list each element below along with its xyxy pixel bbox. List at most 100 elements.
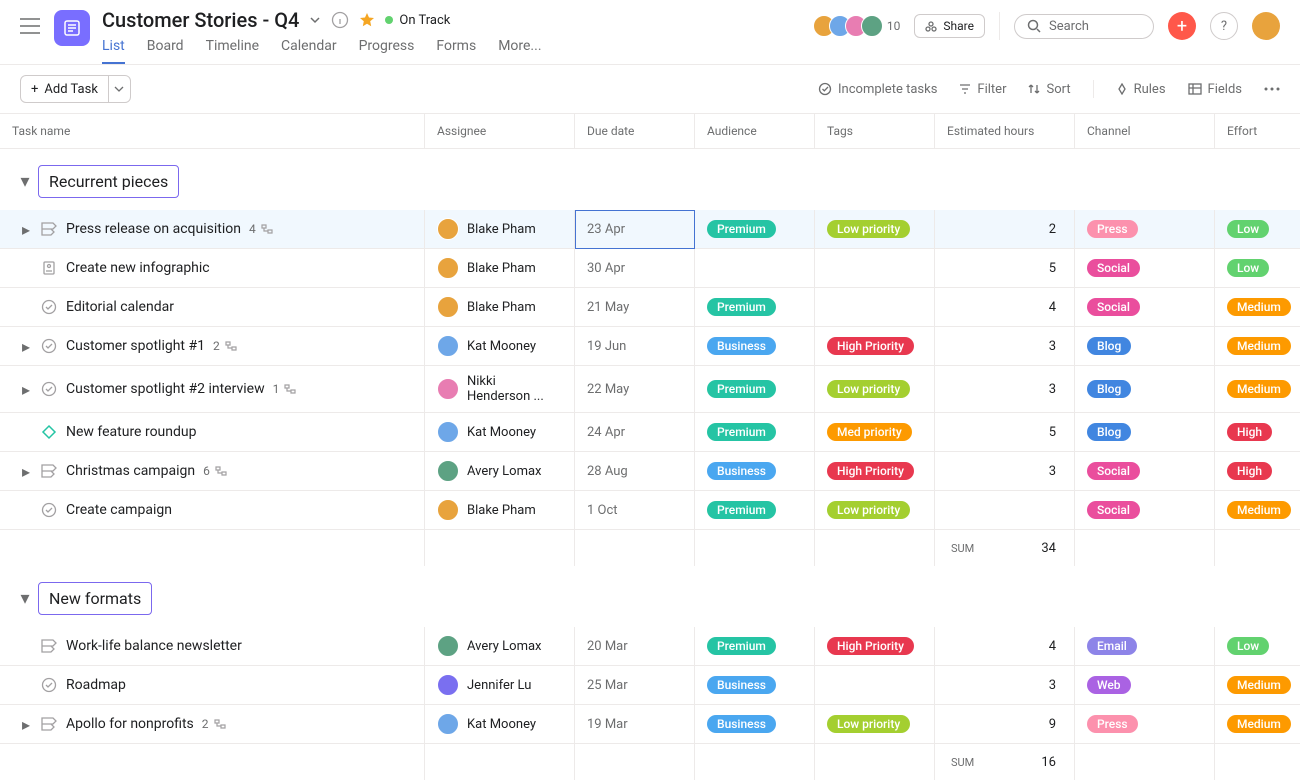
tag-cell[interactable]: High Priority: [815, 452, 935, 491]
channel-cell[interactable]: Blog: [1075, 413, 1215, 452]
column-header[interactable]: Assignee: [425, 113, 575, 149]
task-name[interactable]: Christmas campaign: [66, 463, 195, 479]
tag-cell[interactable]: [815, 288, 935, 327]
tab-more[interactable]: More...: [498, 38, 541, 64]
expand-toggle[interactable]: ▸: [20, 462, 32, 481]
hours-cell[interactable]: 3: [935, 452, 1075, 491]
audience-cell[interactable]: Premium: [695, 491, 815, 530]
effort-cell[interactable]: Low: [1215, 210, 1300, 249]
channel-cell[interactable]: Press: [1075, 705, 1215, 744]
incomplete-filter[interactable]: Incomplete tasks: [818, 82, 937, 97]
tag-cell[interactable]: Low priority: [815, 366, 935, 413]
tab-list[interactable]: List: [102, 38, 125, 64]
task-name[interactable]: Create campaign: [66, 502, 172, 518]
channel-cell[interactable]: Social: [1075, 288, 1215, 327]
assignee-name[interactable]: Blake Pham: [467, 261, 536, 276]
due-date-cell[interactable]: 19 Jun: [575, 327, 695, 366]
assignee-name[interactable]: Blake Pham: [467, 300, 536, 315]
section-toggle[interactable]: ▾: [20, 588, 30, 609]
tag-cell[interactable]: Med priority: [815, 413, 935, 452]
effort-cell[interactable]: Medium: [1215, 288, 1300, 327]
tag-cell[interactable]: High Priority: [815, 327, 935, 366]
star-icon[interactable]: [359, 12, 375, 28]
audience-cell[interactable]: Business: [695, 705, 815, 744]
effort-cell[interactable]: High: [1215, 413, 1300, 452]
assignee-name[interactable]: Kat Mooney: [467, 425, 536, 440]
audience-cell[interactable]: Premium: [695, 627, 815, 666]
task-name[interactable]: Work-life balance newsletter: [66, 638, 242, 654]
task-name[interactable]: Create new infographic: [66, 260, 210, 276]
expand-toggle[interactable]: ▸: [20, 337, 32, 356]
task-name[interactable]: Customer spotlight #2 interview: [66, 381, 265, 397]
task-name[interactable]: Customer spotlight #1: [66, 338, 205, 354]
audience-cell[interactable]: Premium: [695, 210, 815, 249]
expand-toggle[interactable]: ▸: [20, 380, 32, 399]
effort-cell[interactable]: Medium: [1215, 491, 1300, 530]
channel-cell[interactable]: Social: [1075, 491, 1215, 530]
add-task-button[interactable]: + Add Task: [21, 76, 108, 102]
audience-cell[interactable]: [695, 249, 815, 288]
tag-cell[interactable]: High Priority: [815, 627, 935, 666]
audience-cell[interactable]: Premium: [695, 288, 815, 327]
column-header[interactable]: Tags: [815, 113, 935, 149]
assignee-name[interactable]: Avery Lomax: [467, 464, 542, 479]
tab-timeline[interactable]: Timeline: [206, 38, 259, 64]
section-name[interactable]: Recurrent pieces: [38, 165, 179, 198]
add-task-dropdown[interactable]: [108, 76, 130, 102]
due-date-cell[interactable]: 23 Apr: [575, 210, 695, 249]
due-date-cell[interactable]: 28 Aug: [575, 452, 695, 491]
audience-cell[interactable]: Premium: [695, 413, 815, 452]
channel-cell[interactable]: Email: [1075, 627, 1215, 666]
due-date-cell[interactable]: 21 May: [575, 288, 695, 327]
effort-cell[interactable]: Low: [1215, 627, 1300, 666]
hours-cell[interactable]: 9: [935, 705, 1075, 744]
column-header[interactable]: Due date: [575, 113, 695, 149]
tag-cell[interactable]: [815, 666, 935, 705]
fields-button[interactable]: Fields: [1188, 82, 1242, 97]
effort-cell[interactable]: Medium: [1215, 666, 1300, 705]
section-toggle[interactable]: ▾: [20, 171, 30, 192]
member-avatars[interactable]: 10: [819, 15, 901, 37]
tag-cell[interactable]: Low priority: [815, 705, 935, 744]
hours-cell[interactable]: 5: [935, 249, 1075, 288]
info-icon[interactable]: [331, 11, 349, 29]
column-header[interactable]: Estimated hours: [935, 113, 1075, 149]
task-name[interactable]: Roadmap: [66, 677, 126, 693]
global-add-button[interactable]: +: [1168, 12, 1196, 40]
assignee-name[interactable]: Kat Mooney: [467, 717, 536, 732]
audience-cell[interactable]: Premium: [695, 366, 815, 413]
tag-cell[interactable]: Low priority: [815, 210, 935, 249]
status-pill[interactable]: On Track: [385, 13, 450, 28]
column-header[interactable]: Effort: [1215, 113, 1300, 149]
due-date-cell[interactable]: 1 Oct: [575, 491, 695, 530]
due-date-cell[interactable]: 24 Apr: [575, 413, 695, 452]
tab-calendar[interactable]: Calendar: [281, 38, 337, 64]
tab-board[interactable]: Board: [147, 38, 184, 64]
sort-button[interactable]: Sort: [1028, 82, 1070, 97]
task-name[interactable]: Press release on acquisition: [66, 221, 241, 237]
menu-toggle[interactable]: [20, 18, 40, 34]
channel-cell[interactable]: Blog: [1075, 366, 1215, 413]
hours-cell[interactable]: [935, 491, 1075, 530]
due-date-cell[interactable]: 30 Apr: [575, 249, 695, 288]
assignee-name[interactable]: Blake Pham: [467, 222, 536, 237]
assignee-name[interactable]: Kat Mooney: [467, 339, 536, 354]
audience-cell[interactable]: Business: [695, 452, 815, 491]
channel-cell[interactable]: Web: [1075, 666, 1215, 705]
due-date-cell[interactable]: 22 May: [575, 366, 695, 413]
help-button[interactable]: ?: [1210, 12, 1238, 40]
task-name[interactable]: Editorial calendar: [66, 299, 174, 315]
due-date-cell[interactable]: 19 Mar: [575, 705, 695, 744]
due-date-cell[interactable]: 25 Mar: [575, 666, 695, 705]
section-name[interactable]: New formats: [38, 582, 152, 615]
user-avatar[interactable]: [1252, 12, 1280, 40]
column-header[interactable]: Audience: [695, 113, 815, 149]
effort-cell[interactable]: Medium: [1215, 327, 1300, 366]
hours-cell[interactable]: 4: [935, 288, 1075, 327]
channel-cell[interactable]: Press: [1075, 210, 1215, 249]
effort-cell[interactable]: Low: [1215, 249, 1300, 288]
due-date-cell[interactable]: 20 Mar: [575, 627, 695, 666]
search-input[interactable]: Search: [1014, 14, 1154, 39]
more-button[interactable]: [1264, 87, 1280, 91]
effort-cell[interactable]: High: [1215, 452, 1300, 491]
